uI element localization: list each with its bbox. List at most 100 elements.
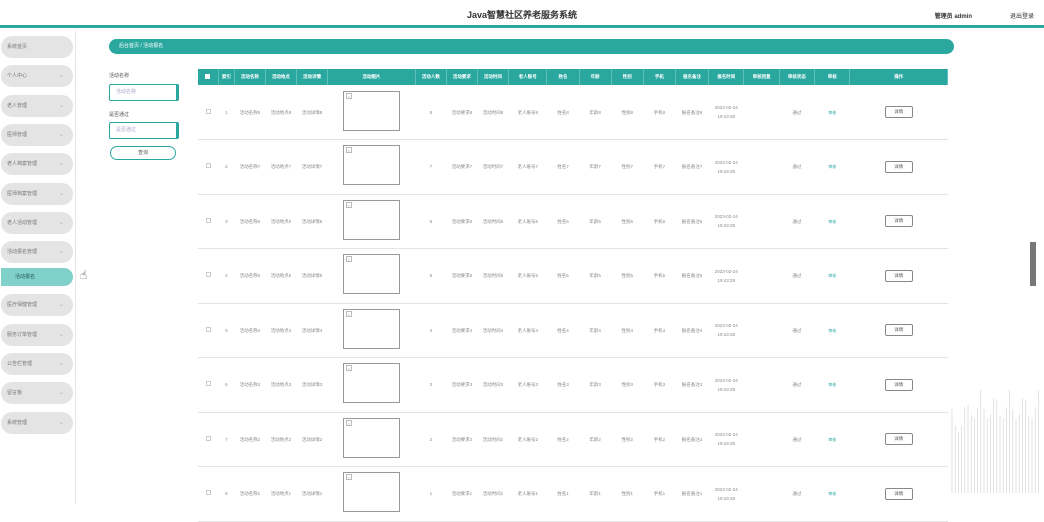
cell-place: 活动地点4	[265, 303, 297, 358]
row-checkbox[interactable]	[205, 108, 211, 114]
cell-phone: 手机8	[643, 85, 676, 140]
action-cell: 详情	[849, 357, 948, 413]
cell-status: 通过	[779, 248, 815, 304]
activity-name-input[interactable]: 活动名称	[109, 84, 179, 101]
sidebar-item[interactable]: 活动报名管理 ⌄	[1, 241, 73, 264]
top-bar: Java智慧社区养老服务系统 管理员 admin 退出登录	[0, 0, 1044, 28]
cell-signup: 2023-02-24 19:43:28	[708, 466, 744, 522]
logout-link[interactable]: 退出登录	[1010, 11, 1034, 20]
cell-req: 活动要求3	[446, 357, 478, 413]
table-row: 3 活动名称6 活动地点6 活动详情6 ▪ 6 活动要求6 活动时间6 老人账号6 姓名6 年龄6 性…	[198, 194, 948, 249]
activity-image: ▪	[342, 254, 400, 295]
cell-index: 2	[218, 139, 235, 195]
activity-image: ▪	[342, 472, 400, 513]
cell-signup: 2023-02-24 19:43:28	[708, 194, 744, 249]
cell-place: 活动地点5	[265, 248, 297, 304]
review-link[interactable]: 审核	[828, 110, 836, 115]
review-link[interactable]: 审核	[828, 164, 836, 169]
review-cell: 审核	[814, 466, 850, 522]
row-checkbox-cell	[198, 466, 219, 522]
cell-name: 活动名称7	[234, 139, 266, 195]
cell-index: 8	[218, 466, 235, 522]
action-cell: 详情	[849, 139, 948, 195]
sidebar-item[interactable]: 个人中心 ⌄	[1, 65, 73, 88]
review-link[interactable]: 审核	[828, 328, 836, 333]
sidebar: 系统首页 个人中心 ⌄ 老人管理 ⌄ 医师管理 ⌄ 老人档案管理 ⌄ 医师档案管理 ⌄ 老人活动管理 ⌄…	[0, 31, 76, 504]
chevron-down-icon: ⌄	[58, 390, 64, 397]
cell-index: 4	[218, 248, 235, 304]
cell-detail: 活动详情7	[296, 139, 328, 195]
review-link[interactable]: 审核	[828, 437, 836, 442]
sidebar-item[interactable]: 医师管理 ⌄	[1, 123, 73, 146]
detail-button[interactable]: 详情	[884, 215, 913, 228]
cell-detail: 活动详情4	[296, 303, 328, 358]
row-checkbox[interactable]	[205, 272, 211, 278]
cell-signup: 2023-02-24 19:43:28	[708, 303, 744, 358]
review-cell: 审核	[814, 248, 850, 304]
cell-req: 活动要求4	[446, 303, 478, 358]
column-header: 索引	[218, 69, 235, 85]
row-checkbox[interactable]	[205, 326, 211, 332]
detail-button[interactable]: 详情	[884, 160, 913, 173]
cell-signup: 2023-02-24 19:43:28	[708, 412, 744, 467]
cell-person: 姓名7	[546, 139, 580, 195]
cell-age: 年龄1	[579, 466, 612, 522]
approved-select[interactable]: 是否通过	[109, 122, 179, 139]
search-button[interactable]: 查询	[110, 146, 176, 160]
sidebar-item[interactable]: 老人档案管理 ⌄	[1, 153, 73, 176]
sidebar-item[interactable]: 系统首页	[1, 36, 73, 58]
cell-status: 通过	[779, 85, 815, 140]
column-header: 活动地点	[265, 69, 297, 85]
detail-button[interactable]: 详情	[884, 106, 913, 118]
activity-name-label: 活动名称	[109, 73, 130, 79]
cell-reply	[743, 194, 780, 249]
cell-person: 姓名3	[546, 357, 580, 413]
row-checkbox[interactable]	[205, 163, 211, 169]
sidebar-item-label: 老人档案管理	[7, 161, 38, 168]
detail-button[interactable]: 详情	[884, 269, 913, 282]
sidebar-item-label: 老人活动管理	[7, 219, 38, 226]
sidebar-item[interactable]: 医师档案管理 ⌄	[1, 182, 73, 205]
cell-signup: 2023-02-24 19:43:28	[708, 248, 744, 304]
cell-phone: 手机7	[643, 139, 676, 195]
chevron-down-icon: ⌄	[58, 419, 64, 426]
column-header: 活动图片	[327, 69, 416, 85]
column-header[interactable]	[198, 69, 219, 85]
table-header-row: 索引 活动名称 活动地点 活动详情 活动图片 活动人数 活动要求 活动时间 老人账号 姓名 年龄 性别…	[198, 69, 948, 85]
scrollbar-handle[interactable]	[1030, 242, 1036, 286]
review-link[interactable]: 审核	[828, 219, 836, 224]
sidebar-item[interactable]: 服务订单管理 ⌄	[1, 323, 73, 346]
review-link[interactable]: 审核	[828, 273, 836, 278]
detail-button[interactable]: 详情	[884, 433, 913, 446]
cell-detail: 活动详情2	[296, 412, 328, 467]
sidebar-item[interactable]: 老人管理 ⌄	[1, 94, 73, 117]
row-checkbox[interactable]	[205, 217, 211, 223]
detail-button[interactable]: 详情	[884, 378, 913, 391]
review-link[interactable]: 审核	[828, 382, 836, 387]
cell-age: 年龄4	[579, 303, 612, 358]
sidebar-item-label: 系统首页	[7, 44, 28, 50]
sidebar-item[interactable]: 医疗保健管理 ⌄	[1, 294, 73, 317]
row-checkbox[interactable]	[205, 381, 211, 387]
broken-image-icon: ▪	[345, 365, 352, 372]
cell-account: 老人账号1	[508, 466, 547, 522]
cell-name: 活动名称3	[234, 357, 266, 413]
cell-account: 老人账号2	[508, 412, 547, 467]
select-all-checkbox[interactable]	[205, 74, 211, 79]
row-checkbox[interactable]	[205, 490, 211, 496]
cell-reply	[743, 85, 780, 140]
detail-button[interactable]: 详情	[884, 487, 913, 500]
cell-name: 活动名称4	[234, 303, 266, 358]
review-link[interactable]: 审核	[828, 491, 836, 496]
row-checkbox[interactable]	[205, 435, 211, 441]
sidebar-subitem-active[interactable]: 活动报名	[1, 268, 73, 287]
sidebar-item[interactable]: 公告栏管理 ⌄	[1, 353, 73, 375]
sidebar-item[interactable]: 留言板 ⌄	[1, 382, 73, 405]
cell-count: 3	[415, 357, 447, 413]
chevron-down-icon: ⌄	[58, 249, 64, 256]
sidebar-item[interactable]: 系统管理 ⌄	[1, 411, 73, 434]
detail-button[interactable]: 详情	[884, 324, 913, 337]
activity-image-cell: ▪	[327, 248, 416, 304]
sidebar-item[interactable]: 老人活动管理 ⌄	[1, 211, 73, 234]
broken-image-icon: ▪	[345, 147, 352, 154]
